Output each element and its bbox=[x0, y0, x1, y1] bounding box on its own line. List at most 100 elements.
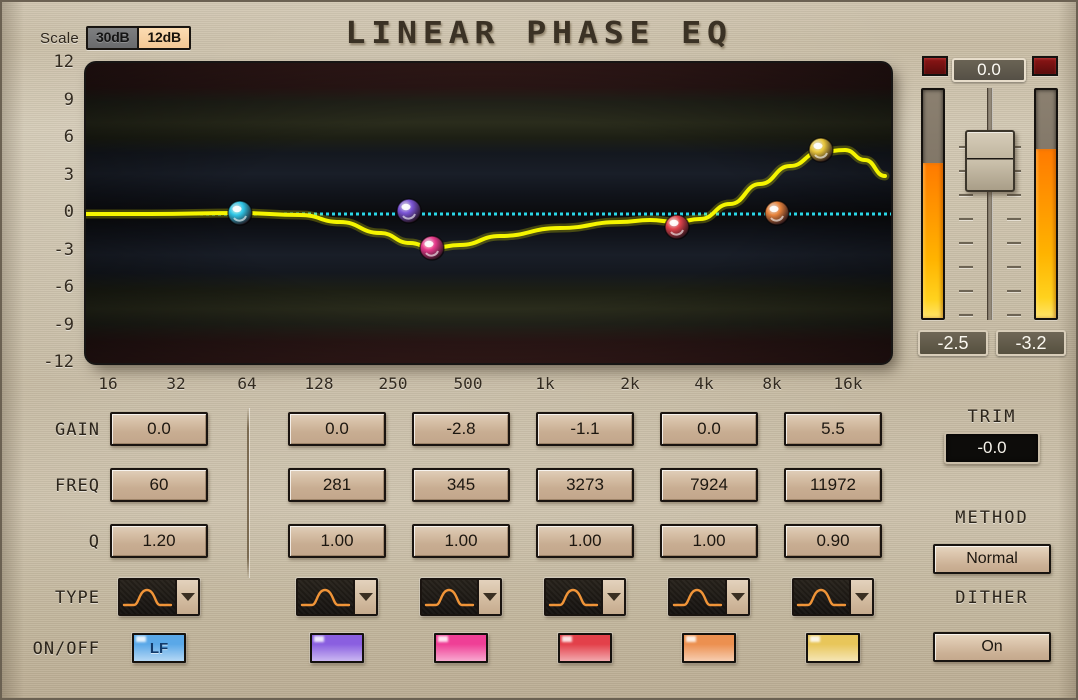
q-field-band1[interactable]: 1.20 bbox=[110, 524, 208, 558]
fader-tick bbox=[1007, 242, 1021, 244]
type-selector-band5[interactable] bbox=[668, 578, 750, 616]
q-field-band5[interactable]: 1.00 bbox=[660, 524, 758, 558]
bell-curve-icon bbox=[422, 580, 477, 614]
y-axis-tick: -6 bbox=[53, 277, 74, 297]
onoff-button-band5[interactable] bbox=[682, 633, 736, 663]
freq-field-band1[interactable]: 60 bbox=[110, 468, 208, 502]
eq-band-handle-2[interactable] bbox=[396, 198, 422, 224]
master-fader-handle[interactable] bbox=[965, 130, 1015, 192]
fader-tick bbox=[1007, 290, 1021, 292]
gain-field-band5[interactable]: 0.0 bbox=[660, 412, 758, 446]
chevron-down-icon[interactable] bbox=[601, 580, 624, 614]
gain-field-band4[interactable]: -1.1 bbox=[536, 412, 634, 446]
chevron-down-icon[interactable] bbox=[175, 580, 198, 614]
x-axis-tick: 128 bbox=[304, 374, 334, 393]
freq-field-band5[interactable]: 7924 bbox=[660, 468, 758, 502]
meter-right-fill bbox=[1036, 149, 1056, 318]
freq-field-band2[interactable]: 281 bbox=[288, 468, 386, 502]
eq-graph[interactable] bbox=[86, 63, 891, 363]
bell-curve-icon bbox=[546, 580, 601, 614]
q-field-band4[interactable]: 1.00 bbox=[536, 524, 634, 558]
y-axis-tick: 0 bbox=[63, 202, 74, 222]
y-axis-tick: -12 bbox=[43, 352, 74, 372]
button-gloss bbox=[136, 636, 146, 642]
gain-field-band3[interactable]: -2.8 bbox=[412, 412, 510, 446]
bell-curve-icon bbox=[120, 580, 175, 614]
y-axis-tick: 6 bbox=[63, 127, 74, 147]
fader-tick bbox=[1007, 266, 1021, 268]
bell-curve-icon bbox=[298, 580, 353, 614]
bell-curve-icon bbox=[794, 580, 849, 614]
gain-field-band6[interactable]: 5.5 bbox=[784, 412, 882, 446]
bell-curve-icon bbox=[670, 580, 725, 614]
dither-button[interactable]: On bbox=[933, 632, 1051, 662]
y-axis-tick: -9 bbox=[53, 314, 74, 335]
type-row-label: TYPE bbox=[55, 588, 100, 608]
q-field-band6[interactable]: 0.90 bbox=[784, 524, 882, 558]
onoff-row-label: ON/OFF bbox=[32, 639, 100, 659]
gain-field-band2[interactable]: 0.0 bbox=[288, 412, 386, 446]
plugin-title: LINEAR PHASE EQ bbox=[345, 16, 733, 51]
fader-tick bbox=[1007, 194, 1021, 196]
x-axis-tick: 2k bbox=[620, 374, 640, 393]
chevron-down-icon[interactable] bbox=[353, 580, 376, 614]
master-fader-track[interactable] bbox=[987, 88, 993, 320]
type-selector-band4[interactable] bbox=[544, 578, 626, 616]
freq-field-band4[interactable]: 3273 bbox=[536, 468, 634, 502]
gain-field-band1[interactable]: 0.0 bbox=[110, 412, 208, 446]
q-field-band3[interactable]: 1.00 bbox=[412, 524, 510, 558]
x-axis-tick: 16k bbox=[833, 374, 863, 393]
button-gloss bbox=[810, 636, 820, 642]
eq-band-handle-3[interactable] bbox=[419, 235, 445, 261]
type-selector-band6[interactable] bbox=[792, 578, 874, 616]
dither-label: DITHER bbox=[955, 588, 1029, 608]
eq-band-handle-4[interactable] bbox=[664, 214, 690, 240]
fader-tick bbox=[959, 266, 973, 268]
gain-row-label: GAIN bbox=[55, 420, 100, 440]
fader-tick bbox=[959, 314, 973, 316]
band-group-divider bbox=[247, 408, 249, 578]
onoff-button-label: LF bbox=[149, 639, 169, 657]
button-gloss bbox=[314, 636, 324, 642]
meter-left-fill bbox=[923, 162, 943, 318]
fader-tick bbox=[1007, 218, 1021, 220]
q-field-band2[interactable]: 1.00 bbox=[288, 524, 386, 558]
master-gain-readout[interactable]: 0.0 bbox=[952, 58, 1026, 82]
y-axis-tick: 3 bbox=[63, 164, 74, 185]
meter-left-readout: -2.5 bbox=[918, 330, 988, 356]
type-selector-band2[interactable] bbox=[296, 578, 378, 616]
eq-curve-svg bbox=[86, 137, 891, 261]
freq-field-band3[interactable]: 345 bbox=[412, 468, 510, 502]
eq-response-curve bbox=[86, 147, 887, 251]
trim-value[interactable]: -0.0 bbox=[944, 432, 1040, 464]
chevron-down-icon[interactable] bbox=[725, 580, 748, 614]
eq-band-handle-6[interactable] bbox=[808, 137, 834, 163]
y-axis-tick: 9 bbox=[63, 89, 74, 110]
method-button[interactable]: Normal bbox=[933, 544, 1051, 574]
x-axis-tick: 32 bbox=[166, 374, 186, 393]
x-axis-tick: 250 bbox=[378, 374, 408, 393]
freq-field-band6[interactable]: 11972 bbox=[784, 468, 882, 502]
chevron-down-icon[interactable] bbox=[849, 580, 872, 614]
button-gloss bbox=[562, 636, 572, 642]
fader-tick bbox=[959, 242, 973, 244]
type-selector-band1[interactable] bbox=[118, 578, 200, 616]
onoff-button-band3[interactable] bbox=[434, 633, 488, 663]
clip-led-right[interactable] bbox=[1032, 56, 1058, 76]
chevron-down-icon[interactable] bbox=[477, 580, 500, 614]
clip-led-left[interactable] bbox=[922, 56, 948, 76]
onoff-button-band6[interactable] bbox=[806, 633, 860, 663]
meter-right bbox=[1034, 88, 1058, 320]
meter-left bbox=[921, 88, 945, 320]
type-selector-band3[interactable] bbox=[420, 578, 502, 616]
y-axis-tick: -3 bbox=[53, 239, 74, 260]
eq-band-handle-1[interactable] bbox=[227, 200, 253, 226]
onoff-button-band4[interactable] bbox=[558, 633, 612, 663]
x-axis-tick: 500 bbox=[453, 374, 483, 393]
onoff-button-band2[interactable] bbox=[310, 633, 364, 663]
y-axis-tick: 12 bbox=[53, 52, 74, 72]
eq-band-handle-5[interactable] bbox=[764, 200, 790, 226]
freq-row-label: FREQ bbox=[55, 476, 100, 496]
onoff-button-band1[interactable]: LF bbox=[132, 633, 186, 663]
eq-curve-glow bbox=[86, 145, 890, 253]
